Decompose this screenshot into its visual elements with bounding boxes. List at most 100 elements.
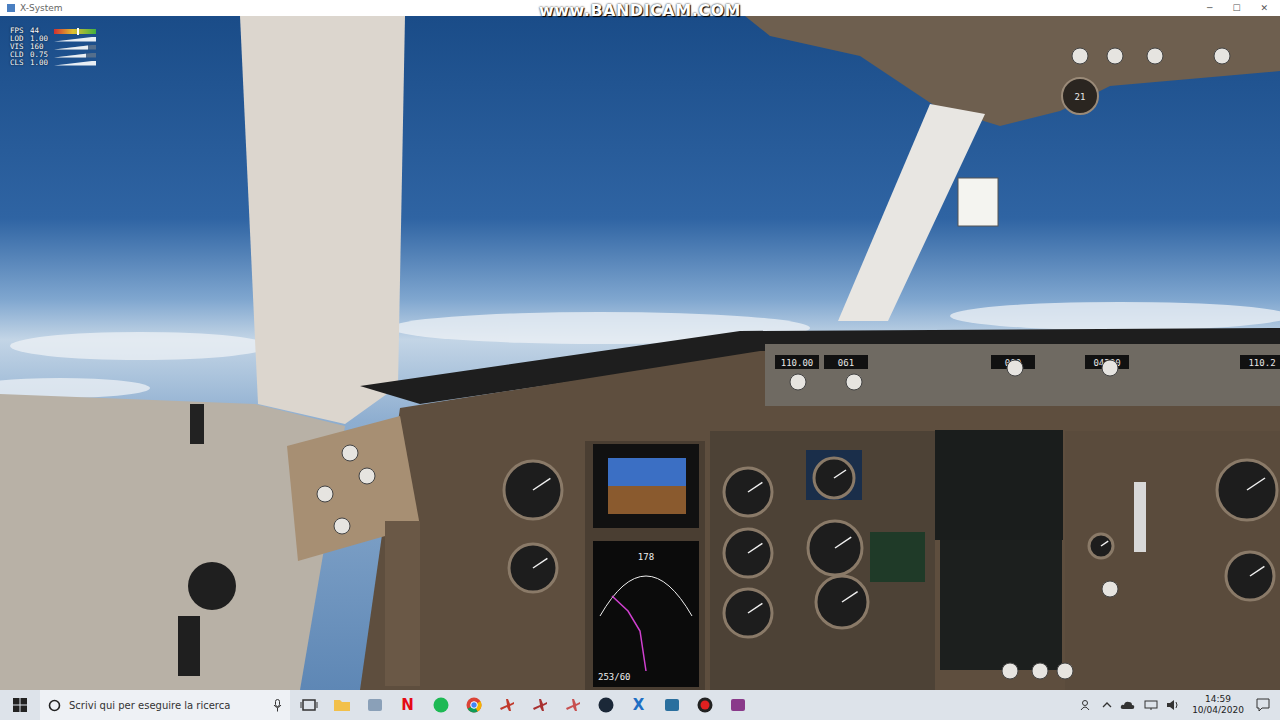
- attitude-display: [593, 444, 699, 528]
- knob[interactable]: [1107, 48, 1123, 64]
- stat-row: CLS1.00: [10, 59, 96, 67]
- cockpit-scene[interactable]: 21110.0006100004200110.2178253/60: [0, 16, 1280, 690]
- gauge: [724, 529, 772, 577]
- record-icon: [696, 696, 714, 714]
- app-icon: [432, 696, 450, 714]
- eicas-lower: [940, 540, 1062, 670]
- taskbar-app[interactable]: [688, 690, 721, 720]
- svg-text:110.00: 110.00: [781, 358, 814, 368]
- knob[interactable]: [1102, 581, 1118, 597]
- taskbar-app[interactable]: [292, 690, 325, 720]
- route-line: [612, 596, 646, 671]
- taskbar-app[interactable]: [589, 690, 622, 720]
- taskbar-app[interactable]: [490, 690, 523, 720]
- folder-icon: [333, 696, 351, 714]
- gauge: [816, 576, 868, 628]
- taskbar-app[interactable]: [556, 690, 589, 720]
- notification-icon[interactable]: [1256, 698, 1270, 712]
- tiller-handle[interactable]: [188, 562, 236, 610]
- app-icon: [729, 696, 747, 714]
- stat-label: LOD: [10, 35, 30, 43]
- taskbar-app[interactable]: [424, 690, 457, 720]
- mcp-readout: 061: [824, 355, 868, 369]
- stat-label: FPS: [10, 27, 30, 35]
- knob[interactable]: [1072, 48, 1088, 64]
- gauge: [724, 589, 772, 637]
- app-icon: [663, 696, 681, 714]
- attitude-sky: [608, 458, 686, 486]
- knob[interactable]: [317, 486, 333, 502]
- desktop: X-System─☐✕www.BANDICAM.COM21110.0006100…: [0, 0, 1280, 720]
- game-view[interactable]: 21110.0006100004200110.2178253/60FPS44LO…: [0, 16, 1280, 690]
- svg-text:061: 061: [838, 358, 854, 368]
- knob[interactable]: [790, 374, 806, 390]
- knob[interactable]: [1057, 663, 1073, 679]
- window-control-button[interactable]: ✕: [1260, 3, 1268, 13]
- knob[interactable]: [342, 445, 358, 461]
- flight-instruments: [710, 431, 935, 690]
- knob[interactable]: [1002, 663, 1018, 679]
- gauge: [808, 521, 862, 575]
- task-view-icon: [300, 696, 318, 714]
- taskbar-app[interactable]: [457, 690, 490, 720]
- stat-label: CLS: [10, 59, 30, 67]
- browser-icon: [465, 696, 483, 714]
- search-placeholder: Scrivi qui per eseguire la ricerca: [69, 700, 265, 711]
- right-panel: [1065, 431, 1280, 690]
- taskbar-app[interactable]: [358, 690, 391, 720]
- clock[interactable]: 14:5910/04/2020: [1188, 694, 1248, 716]
- taskbar-app[interactable]: [721, 690, 754, 720]
- nd-range: 253/60: [598, 672, 631, 682]
- gauge: [504, 461, 562, 519]
- stat-value: 160: [30, 43, 54, 51]
- pinned-apps: NX: [290, 690, 754, 720]
- stat-value: 1.00: [30, 59, 54, 67]
- network-icon[interactable]: [1144, 699, 1158, 711]
- fps-bar: [54, 29, 96, 34]
- window-control-button[interactable]: ☐: [1232, 3, 1240, 13]
- standby-attitude: [806, 450, 862, 500]
- cortana-icon: [48, 699, 61, 712]
- knob[interactable]: [846, 374, 862, 390]
- side-lever[interactable]: [190, 404, 204, 444]
- gauge: [1226, 552, 1274, 600]
- knob[interactable]: [1007, 360, 1023, 376]
- compass-arc: [600, 576, 692, 616]
- knob[interactable]: [1147, 48, 1163, 64]
- plane-icon: [498, 696, 516, 714]
- taskbar-app[interactable]: [523, 690, 556, 720]
- cloud-icon[interactable]: [1120, 699, 1136, 711]
- taskbar-app[interactable]: [325, 690, 358, 720]
- taskbar: Scrivi qui per eseguire la ricercaNX14:5…: [0, 690, 1280, 720]
- pillar-light: [958, 178, 998, 226]
- taskbar-app[interactable]: N: [391, 690, 424, 720]
- volume-icon[interactable]: [1166, 699, 1180, 711]
- stat-bar: [54, 37, 96, 42]
- stat-label: VIS: [10, 43, 30, 51]
- taskbar-app[interactable]: [655, 690, 688, 720]
- date: 10/04/2020: [1192, 705, 1244, 716]
- knob[interactable]: [334, 518, 350, 534]
- taskbar-app[interactable]: X: [622, 690, 655, 720]
- search-box[interactable]: Scrivi qui per eseguire la ricerca: [40, 690, 290, 720]
- knob[interactable]: [1214, 48, 1230, 64]
- window-control-button[interactable]: ─: [1207, 3, 1212, 13]
- stat-row: FPS44: [10, 27, 96, 35]
- nd-heading: 178: [638, 552, 654, 562]
- app-icon: [597, 696, 615, 714]
- chevron-up-icon[interactable]: [1102, 700, 1112, 710]
- app-glyph: N: [401, 696, 414, 714]
- app-glyph: X: [633, 696, 645, 714]
- small-display: [870, 532, 925, 582]
- stat-row: LOD1.00: [10, 35, 96, 43]
- stat-value: 44: [30, 27, 54, 35]
- knob[interactable]: [1032, 663, 1048, 679]
- knob[interactable]: [1102, 360, 1118, 376]
- gauge: [814, 458, 854, 498]
- gear-lever[interactable]: [1134, 482, 1146, 552]
- start-button[interactable]: [0, 690, 40, 720]
- knob[interactable]: [359, 468, 375, 484]
- stat-value: 0.75: [30, 51, 54, 59]
- microphone-icon[interactable]: [273, 699, 282, 712]
- people-icon[interactable]: [1080, 698, 1094, 712]
